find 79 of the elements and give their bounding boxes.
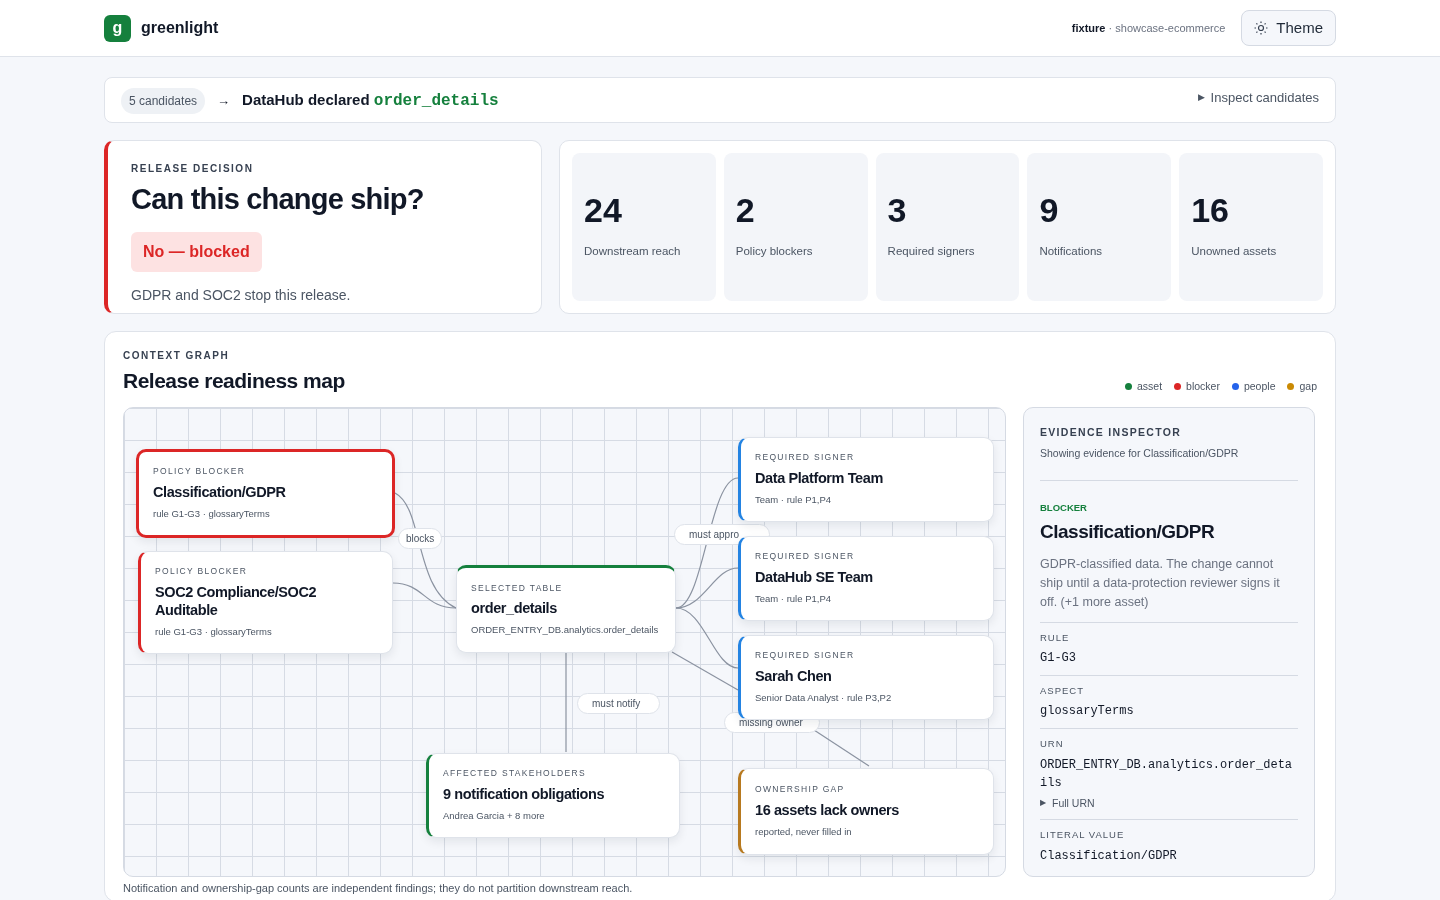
inspect-candidates-toggle[interactable]: ▶ Inspect candidates: [1197, 88, 1319, 108]
node-title: 9 notification obligations: [443, 784, 606, 803]
inspector-title: Classification/GDPR: [1040, 520, 1216, 545]
metric-value: 9: [1039, 193, 1060, 227]
node-title: DataHub SE Team: [755, 567, 874, 586]
theme-button[interactable]: Theme: [1241, 10, 1336, 46]
fixture-label: fixture · showcase-ecommerce: [1071, 20, 1226, 36]
legend-label: blocker: [1186, 378, 1220, 394]
node-meta: rule G1-G3 · glossaryTerms: [153, 506, 271, 521]
field-label: RULE: [1040, 630, 1071, 645]
graph-node[interactable]: REQUIRED SIGNER DataHub SE Team Team · rule P1,P4: [738, 535, 994, 621]
full-urn-toggle[interactable]: ▶ Full URN: [1040, 795, 1095, 812]
node-meta: Senior Data Analyst · rule P3,P2: [755, 690, 893, 705]
inspector-eyebrow: EVIDENCE INSPECTOR: [1040, 424, 1183, 440]
verdict-badge: No — blocked: [131, 231, 262, 272]
node-eyebrow: AFFECTED STAKEHOLDERS: [443, 767, 587, 780]
field-value: ORDER_ENTRY_DB.analytics.order_details: [1040, 756, 1294, 792]
legend-label: people: [1243, 378, 1276, 394]
declaration-text: DataHub declared order_details: [242, 90, 499, 112]
node-meta: ORDER_ENTRY_DB.analytics.order_details: [471, 623, 660, 638]
decision-title: Can this change ship?: [131, 182, 424, 217]
field-label: LITERAL VALUE: [1040, 828, 1126, 843]
arrow-text: →: [217, 92, 231, 111]
metric-value: 16: [1191, 193, 1230, 227]
node-title: SOC2 Compliance/SOC2 Auditable: [155, 582, 318, 619]
node-eyebrow: REQUIRED SIGNER: [755, 649, 856, 662]
node-eyebrow: POLICY BLOCKER: [153, 465, 247, 478]
logo-icon: g: [104, 14, 131, 42]
node-eyebrow: REQUIRED SIGNER: [755, 451, 856, 464]
decision-summary: GDPR and SOC2 stop this release.: [131, 285, 351, 305]
node-title: Data Platform Team: [755, 468, 884, 487]
metric-label: Downstream reach: [584, 244, 682, 259]
section-eyebrow: CONTEXT GRAPH: [123, 349, 231, 363]
graph-node[interactable]: POLICY BLOCKER SOC2 Compliance/SOC2 Auditable rule G1-G3 · glossaryTerms: [138, 550, 393, 654]
graph-node[interactable]: REQUIRED SIGNER Data Platform Team Team · rule P1,P4: [738, 436, 994, 522]
metric-label: Notifications: [1039, 244, 1104, 259]
node-title: order_details: [471, 599, 558, 618]
field-value: glossaryTerms: [1040, 703, 1135, 721]
sun-icon: [1254, 21, 1269, 35]
inspector-description: GDPR-classified data. The change cannot ship until a data-protection reviewer signs it off. (+1 more asset): [1040, 554, 1298, 623]
edge-label: must notify: [577, 692, 660, 714]
field-label: ASPECT: [1040, 684, 1085, 698]
node-title: 16 assets lack owners: [755, 800, 900, 819]
footnote: Notification and ownership-gap counts are independent findings; they do not partition downstream reach.: [123, 880, 634, 895]
inspector-subtitle: Showing evidence for Classification/GDPR: [1040, 446, 1298, 481]
node-meta: Team · rule P1,P4: [755, 492, 833, 507]
legend-label: gap: [1299, 378, 1317, 394]
metric-value: 2: [735, 193, 756, 227]
node-eyebrow: POLICY BLOCKER: [155, 565, 249, 578]
kind-label: BLOCKER: [1040, 501, 1088, 515]
node-eyebrow: SELECTED TABLE: [471, 581, 564, 595]
node-title: Classification/GDPR: [153, 482, 287, 501]
graph-node[interactable]: POLICY BLOCKER Classification/GDPR rule G1-G3 · glossaryTerms: [136, 448, 395, 538]
brand-name: greenlight: [141, 18, 219, 38]
metric-value: 24: [584, 193, 623, 227]
field-label: URN: [1040, 737, 1065, 752]
node-meta: Andrea Garcia + 8 more: [443, 808, 546, 823]
edge-label: blocks: [398, 527, 442, 549]
graph-node[interactable]: SELECTED TABLE order_details ORDER_ENTRY_DB.analytics.order_details: [456, 564, 676, 653]
node-meta: rule G1-G3 · glossaryTerms: [155, 624, 273, 639]
field-value: G1-G3: [1040, 650, 1077, 667]
node-meta: Team · rule P1,P4: [755, 591, 833, 606]
graph-node[interactable]: REQUIRED SIGNER Sarah Chen Senior Data Analyst · rule P3,P2: [738, 634, 994, 720]
node-eyebrow: OWNERSHIP GAP: [755, 783, 846, 796]
edge-line: [813, 728, 870, 767]
field-value: Classification/GDPR: [1040, 847, 1178, 865]
candidates-count: 5 candidates: [121, 88, 206, 114]
graph-node[interactable]: AFFECTED STAKEHOLDERS 9 notification obligations Andrea Garcia + 8 more: [426, 752, 680, 838]
metric-value: 3: [887, 193, 908, 227]
section-title: Release readiness map: [123, 368, 345, 394]
decision-eyebrow: RELEASE DECISION: [131, 162, 254, 176]
legend-label: asset: [1136, 378, 1163, 394]
metric-label: Unowned assets: [1191, 244, 1278, 259]
node-meta: reported, never filled in: [755, 824, 853, 839]
node-eyebrow: REQUIRED SIGNER: [755, 550, 856, 563]
metric-label: Policy blockers: [735, 244, 814, 259]
metric-label: Required signers: [887, 244, 976, 259]
graph-node[interactable]: OWNERSHIP GAP 16 assets lack owners reported, never filled in: [738, 767, 994, 855]
node-title: Sarah Chen: [755, 666, 833, 685]
